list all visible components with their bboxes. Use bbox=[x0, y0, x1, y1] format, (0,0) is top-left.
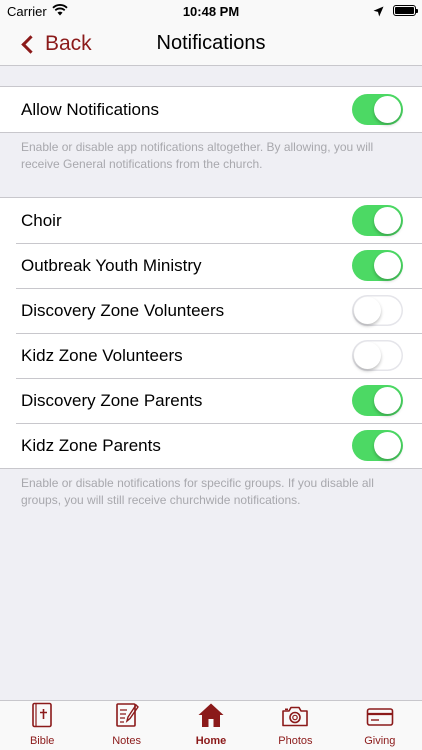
bible-icon bbox=[31, 702, 53, 735]
group-row-discovery-zone-volunteers: Discovery Zone Volunteers bbox=[0, 288, 422, 333]
tab-bar: Bible Notes Home Photos Giving bbox=[0, 700, 422, 750]
discovery-zone-parents-toggle[interactable] bbox=[352, 385, 403, 416]
tab-label: Giving bbox=[364, 735, 396, 747]
toggle-knob bbox=[374, 207, 401, 234]
kidz-zone-volunteers-toggle[interactable] bbox=[352, 340, 403, 371]
allow-notifications-footnote: Enable or disable app notifications alto… bbox=[21, 140, 374, 171]
toggle-knob bbox=[354, 297, 381, 324]
tab-label: Home bbox=[195, 735, 227, 747]
status-bar: Carrier 10:48 PM bbox=[0, 0, 422, 22]
tab-giving[interactable]: Giving bbox=[338, 701, 422, 750]
choir-toggle[interactable] bbox=[352, 205, 403, 236]
home-icon bbox=[197, 702, 225, 735]
discovery-zone-volunteers-toggle[interactable] bbox=[352, 295, 403, 326]
tab-label: Bible bbox=[29, 735, 55, 747]
tab-photos[interactable]: Photos bbox=[253, 701, 337, 750]
tab-bible[interactable]: Bible bbox=[0, 701, 84, 750]
camera-icon bbox=[281, 704, 309, 735]
tab-home[interactable]: Home bbox=[169, 701, 253, 750]
battery-icon bbox=[393, 5, 418, 16]
group-row-discovery-zone-parents: Discovery Zone Parents bbox=[0, 378, 422, 423]
status-time: 10:48 PM bbox=[182, 4, 240, 19]
kidz-zone-parents-toggle[interactable] bbox=[352, 430, 403, 461]
notes-icon bbox=[115, 702, 139, 735]
group-notifications-list: Choir Outbreak Youth Ministry Discovery … bbox=[0, 197, 422, 469]
allow-notifications-row: Allow Notifications bbox=[0, 87, 422, 132]
allow-notifications-toggle[interactable] bbox=[352, 94, 403, 125]
credit-card-icon bbox=[366, 706, 394, 735]
outbreak-youth-ministry-toggle[interactable] bbox=[352, 250, 403, 281]
toggle-knob bbox=[374, 432, 401, 459]
group-row-choir: Choir bbox=[0, 198, 422, 243]
allow-notifications-group: Allow Notifications bbox=[0, 86, 422, 133]
group-row-kidz-zone-parents: Kidz Zone Parents bbox=[0, 423, 422, 468]
toggle-knob bbox=[374, 387, 401, 414]
group-row-kidz-zone-volunteers: Kidz Zone Volunteers bbox=[0, 333, 422, 378]
group-notifications-footnote: Enable or disable notifications for spec… bbox=[21, 476, 374, 507]
tab-notes[interactable]: Notes bbox=[84, 701, 168, 750]
location-arrow-icon bbox=[373, 5, 384, 20]
tab-label: Notes bbox=[112, 735, 141, 747]
group-row-outbreak-youth-ministry: Outbreak Youth Ministry bbox=[0, 243, 422, 288]
tab-label: Photos bbox=[278, 735, 313, 747]
toggle-knob bbox=[354, 342, 381, 369]
navigation-bar: Back Notifications bbox=[0, 22, 422, 66]
page-title: Notifications bbox=[156, 32, 266, 54]
toggle-knob bbox=[374, 252, 401, 279]
toggle-knob bbox=[374, 96, 401, 123]
